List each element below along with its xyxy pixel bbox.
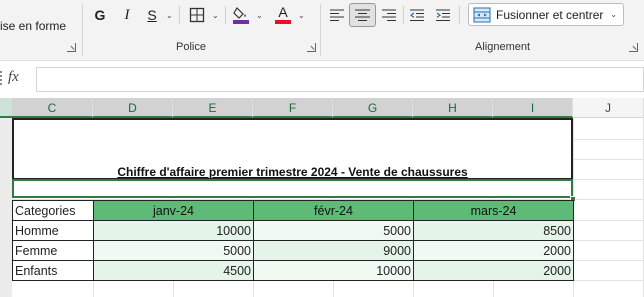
ribbon-divider [179, 6, 180, 24]
align-right-button[interactable] [379, 6, 399, 24]
borders-icon [189, 7, 205, 23]
row-header-corner[interactable] [0, 98, 12, 118]
merge-dropdown-chevron-icon[interactable]: ⌄ [610, 10, 617, 19]
selected-range[interactable] [12, 179, 573, 198]
formula-bar: fx [0, 60, 644, 98]
table-header-row: Categories janv-24 févr-24 mars-24 [12, 200, 574, 221]
table-row: Homme 10000 5000 8500 [12, 220, 574, 241]
value-cell[interactable]: 2000 [413, 240, 574, 261]
sales-table: Categories janv-24 févr-24 mars-24 Homme… [12, 200, 574, 281]
insert-function-button[interactable]: fx [8, 69, 19, 86]
header-cell-mar[interactable]: mars-24 [413, 200, 574, 221]
category-cell[interactable]: Homme [12, 220, 94, 241]
column-header-f[interactable]: F [253, 98, 333, 118]
formula-bar-resize-handle[interactable] [0, 71, 2, 85]
alignment-dialog-launcher-icon[interactable] [629, 43, 638, 52]
fill-color-button[interactable] [231, 6, 251, 24]
ribbon: ise en forme G I S ⌄ ⌄ ⌄ A ⌄ Police Fusi… [0, 0, 644, 60]
italic-icon: I [124, 6, 130, 23]
table-row: Femme 5000 9000 2000 [12, 240, 574, 261]
category-cell[interactable]: Enfants [12, 260, 94, 281]
column-header-i[interactable]: I [493, 98, 573, 118]
value-cell[interactable]: 5000 [253, 220, 414, 241]
merge-and-center-button[interactable]: Fusionner et centrer ⌄ [468, 3, 624, 26]
bold-icon: G [94, 7, 106, 23]
value-cell[interactable]: 5000 [93, 240, 254, 261]
italic-button[interactable]: I [118, 6, 136, 24]
column-header-e[interactable]: E [173, 98, 253, 118]
align-center-button[interactable] [349, 3, 376, 27]
underline-icon: S [147, 7, 157, 23]
group-separator [320, 4, 321, 56]
font-color-button[interactable]: A [273, 4, 293, 24]
bold-button[interactable]: G [91, 6, 109, 24]
font-color-icon: A [278, 4, 288, 20]
font-color-swatch [275, 20, 291, 24]
column-header-c[interactable]: C [12, 98, 93, 118]
column-header-j[interactable]: J [573, 98, 644, 118]
alignment-group-label: Alignement [475, 41, 531, 53]
increase-indent-icon [436, 9, 450, 21]
row-header-strip[interactable] [0, 118, 12, 297]
value-cell[interactable]: 9000 [253, 240, 414, 261]
column-header-row: C D E F G H I J [0, 98, 644, 118]
group-separator [82, 4, 83, 56]
ribbon-divider [403, 6, 404, 24]
merge-cells-icon [473, 7, 491, 22]
align-center-icon [355, 9, 370, 21]
conditional-format-button-label[interactable]: ise en forme [0, 19, 66, 33]
styles-dialog-launcher-icon[interactable] [67, 43, 76, 52]
font-color-dropdown-chevron-icon[interactable]: ⌄ [298, 11, 305, 20]
column-header-d[interactable]: D [93, 98, 173, 118]
align-left-button[interactable] [327, 6, 347, 24]
table-row: Enfants 4500 10000 2000 [12, 260, 574, 281]
align-right-icon [382, 9, 396, 21]
ribbon-divider [459, 6, 460, 24]
underline-button[interactable]: S [143, 6, 161, 24]
borders-button[interactable] [187, 6, 207, 24]
sheet-title: Chiffre d'affaire premier trimestre 2024… [117, 165, 468, 179]
value-cell[interactable]: 10000 [93, 220, 254, 241]
increase-indent-button[interactable] [433, 6, 453, 24]
font-group-label: Police [176, 41, 206, 53]
ribbon-divider [225, 6, 226, 24]
font-dialog-launcher-icon[interactable] [307, 43, 316, 52]
column-header-h[interactable]: H [413, 98, 493, 118]
column-header-g[interactable]: G [333, 98, 413, 118]
decrease-indent-icon [409, 9, 424, 21]
merge-and-center-label: Fusionner et centrer [496, 7, 604, 22]
category-cell[interactable]: Femme [12, 240, 94, 261]
value-cell[interactable]: 4500 [93, 260, 254, 281]
value-cell[interactable]: 2000 [413, 260, 574, 281]
align-left-icon [330, 9, 344, 21]
fill-color-dropdown-chevron-icon[interactable]: ⌄ [256, 11, 263, 20]
formula-input[interactable] [36, 67, 644, 92]
paint-bucket-icon [233, 7, 246, 19]
merged-title-cell[interactable]: Chiffre d'affaire premier trimestre 2024… [12, 118, 573, 180]
header-cell-jan[interactable]: janv-24 [93, 200, 254, 221]
underline-dropdown-chevron-icon[interactable]: ⌄ [166, 11, 173, 20]
worksheet-grid[interactable]: Chiffre d'affaire premier trimestre 2024… [0, 118, 644, 297]
header-cell-categories[interactable]: Categories [12, 200, 94, 221]
fill-color-swatch [233, 20, 249, 24]
insert-function-area: fx [0, 67, 36, 91]
value-cell[interactable]: 8500 [413, 220, 574, 241]
decrease-indent-button[interactable] [407, 6, 427, 24]
borders-dropdown-chevron-icon[interactable]: ⌄ [212, 11, 219, 20]
header-cell-feb[interactable]: févr-24 [253, 200, 414, 221]
value-cell[interactable]: 10000 [253, 260, 414, 281]
